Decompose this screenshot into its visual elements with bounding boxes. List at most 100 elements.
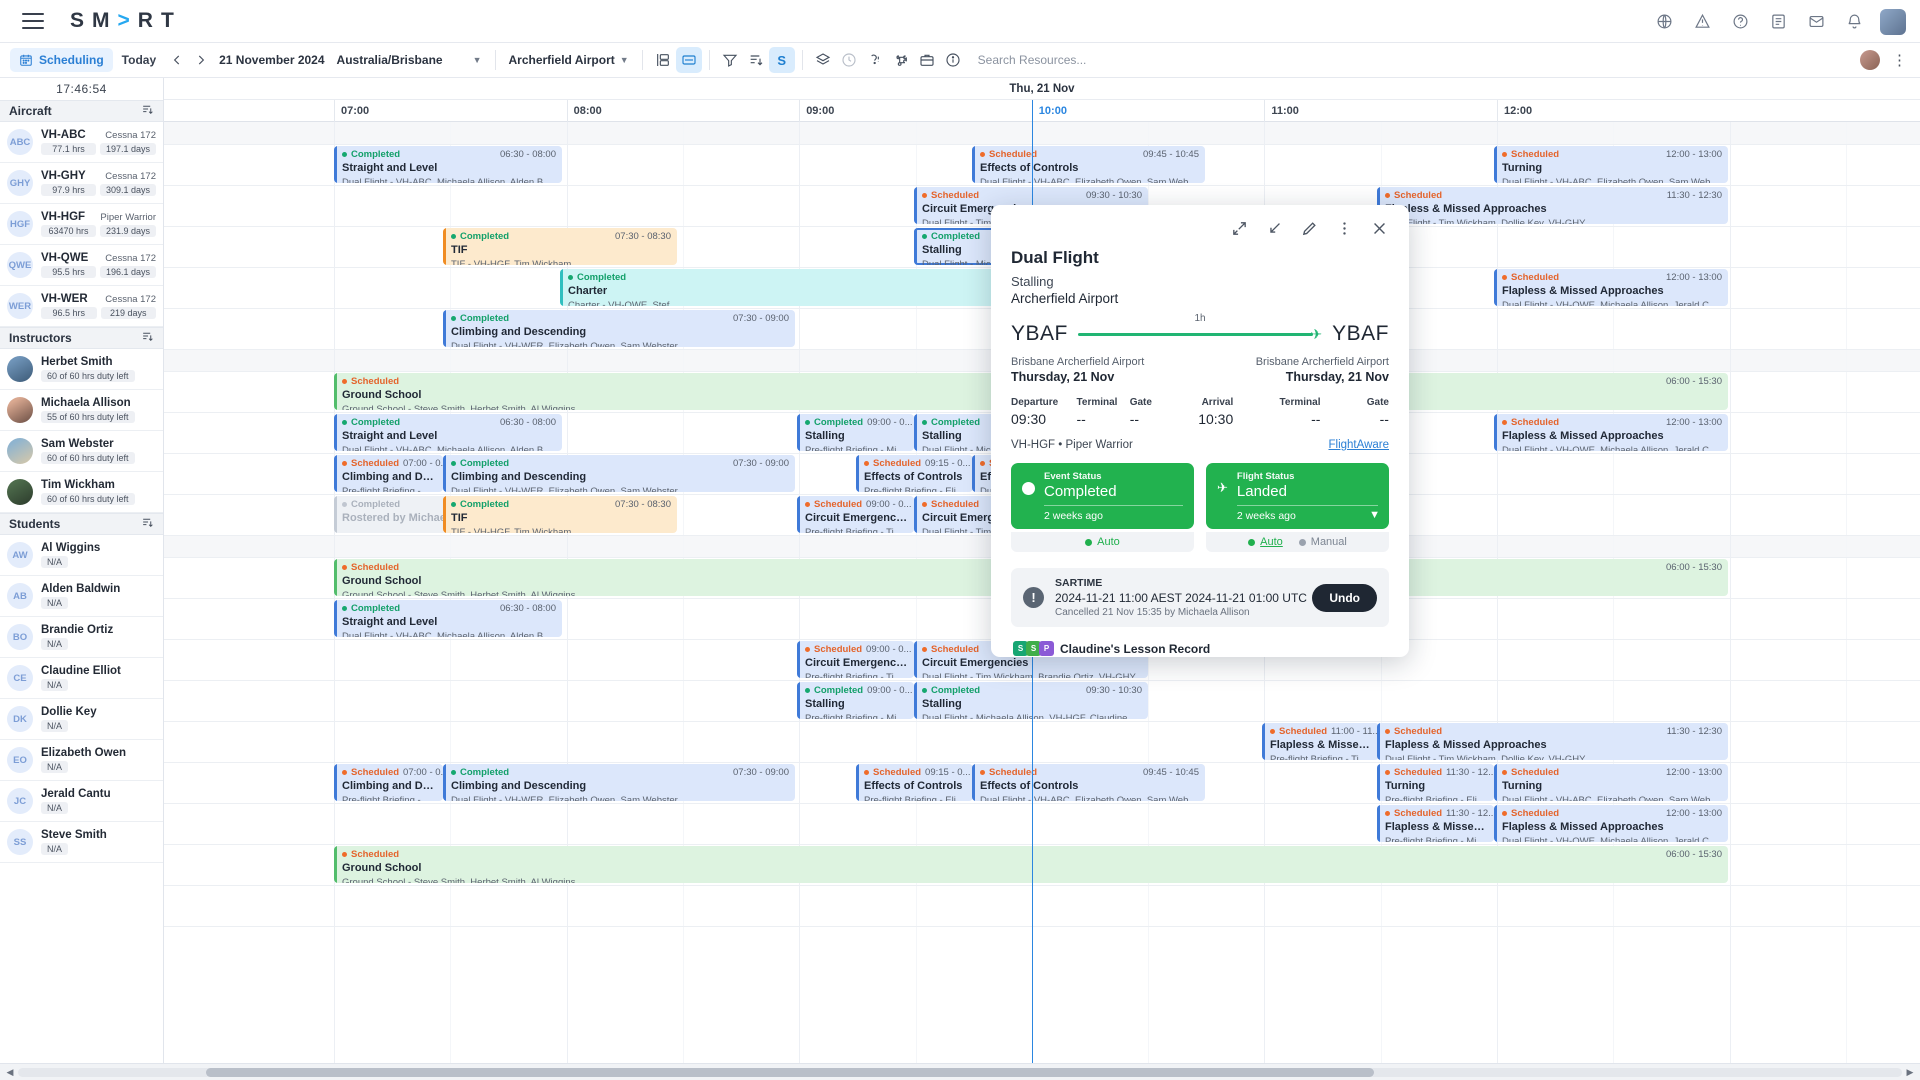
calendar-event[interactable]: Completed 06:30 - 08:00 Straight and Level…	[334, 414, 562, 451]
scroll-left-icon[interactable]: ◀	[4, 1067, 16, 1078]
calendar-event[interactable]: Scheduled 09:45 - 10:45 Effects of Control…	[972, 146, 1205, 183]
resource-row[interactable]: Sam Webster 60 of 60 hrs duty left	[0, 431, 163, 472]
resource-row[interactable]: CE Claudine Elliot N/A	[0, 658, 163, 699]
duty-pill: N/A	[41, 720, 69, 732]
resource-row[interactable]: EO Elizabeth Owen N/A	[0, 740, 163, 781]
calendar-event[interactable]: Scheduled 09:15 - 0... Effects of Controls…	[856, 764, 973, 801]
calendar-event[interactable]: Completed 09:00 - 0... Stalling Pre-flight …	[797, 682, 914, 719]
layout-rows-icon[interactable]	[675, 47, 702, 73]
calendar-event[interactable]: Scheduled 11:30 - 12... Flapless & Missed …	[1377, 805, 1494, 842]
info-icon[interactable]	[940, 47, 966, 73]
calendar-event[interactable]: Scheduled 09:15 - 0... Effects of Controls…	[856, 455, 973, 492]
event-status-card[interactable]: Event Status Completed 2 weeks ago	[1011, 463, 1194, 529]
event-mode-auto[interactable]: Auto	[1085, 536, 1120, 548]
calendar-event[interactable]: Scheduled 11:00 - 11... Flapless & Missed …	[1262, 723, 1379, 760]
resource-row[interactable]: GHY VH-GHY Cessna 172 97.9 hrs 309.1 days	[0, 163, 163, 204]
more-options-icon[interactable]: ⋮	[1892, 51, 1908, 69]
event-status: Scheduled	[1502, 417, 1559, 429]
event-participants: Pre-flight Briefing - Mich...	[805, 712, 908, 719]
calendar-event[interactable]: Scheduled 12:00 - 13:00 Flapless & Missed …	[1494, 414, 1728, 451]
prev-day-icon[interactable]	[165, 48, 189, 72]
current-date[interactable]: 21 November 2024	[213, 53, 330, 67]
flightaware-link[interactable]: FlightAware	[1328, 439, 1389, 451]
lesson-record-row[interactable]: S S P Claudine's Lesson Record	[1011, 641, 1389, 656]
calendar-event[interactable]: Scheduled 11:30 - 12:30 Flapless & Missed …	[1377, 187, 1728, 224]
briefcase-icon[interactable]	[914, 47, 940, 73]
duty-clock-icon[interactable]	[836, 47, 862, 73]
layers-icon[interactable]	[810, 47, 836, 73]
calendar-event[interactable]: Completed 06:30 - 08:00 Straight and Level…	[334, 600, 562, 637]
calendar-event[interactable]: Completed 09:00 - 0... Stalling Pre-flight …	[797, 414, 914, 451]
flight-mode-auto[interactable]: Auto	[1248, 536, 1283, 548]
edit-pencil-icon[interactable]	[1300, 219, 1319, 238]
mail-icon[interactable]	[1804, 10, 1828, 34]
chevron-down-icon[interactable]: ▼	[1369, 509, 1380, 521]
scrollbar-thumb[interactable]	[206, 1067, 1375, 1077]
sort-icon[interactable]	[141, 330, 154, 346]
resource-row[interactable]: SS Steve Smith N/A	[0, 822, 163, 863]
calendar-event[interactable]: Scheduled 07:00 - 0...Climbing and Desce.…	[334, 455, 443, 492]
flight-status-card[interactable]: ✈ Flight Status Landed 2 weeks ago ▼	[1206, 463, 1389, 529]
calendar-event[interactable]: Completed 06:30 - 08:00 Straight and Level…	[334, 146, 562, 183]
resource-row[interactable]: Tim Wickham 60 of 60 hrs duty left	[0, 472, 163, 513]
resource-row[interactable]: HGF VH-HGF Piper Warrior 63470 hrs 231.9 day…	[0, 204, 163, 245]
calendar-event[interactable]: Scheduled 12:00 - 13:00 Flapless & Missed …	[1494, 269, 1728, 306]
tasks-icon[interactable]	[1766, 10, 1790, 34]
sort-icon[interactable]	[743, 47, 769, 73]
user-avatar[interactable]	[1880, 8, 1906, 35]
today-button[interactable]: Today	[113, 48, 165, 72]
calendar-event[interactable]: Scheduled 11:30 - 12... Turning Pre-flight …	[1377, 764, 1494, 801]
calendar-event[interactable]: Scheduled 11:30 - 12:30 Flapless & Missed …	[1377, 723, 1728, 760]
flight-mode-manual[interactable]: Manual	[1298, 536, 1347, 548]
sort-icon[interactable]	[141, 516, 154, 532]
calendar-event[interactable]: Completed 07:30 - 08:30 TIF TIF - VH-HGF, T…	[443, 228, 677, 265]
scroll-right-icon[interactable]: ▶	[1904, 1067, 1916, 1078]
resource-row[interactable]: AW Al Wiggins N/A	[0, 535, 163, 576]
calendar-event[interactable]: Completed 07:30 - 09:00 Climbing and Desce…	[443, 310, 795, 347]
globe-icon[interactable]	[1652, 10, 1676, 34]
sort-icon[interactable]	[141, 103, 154, 119]
layout-split-icon[interactable]	[650, 47, 676, 73]
calendar-event[interactable]: Completed 07:30 - 08:30 TIF TIF - VH-HGF, T…	[443, 496, 677, 533]
expand-icon[interactable]	[1230, 219, 1249, 238]
timezone-select[interactable]: Australia/Brisbane ▼	[331, 53, 488, 67]
resource-row[interactable]: Michaela Allison 55 of 60 hrs duty left	[0, 390, 163, 431]
calendar-event[interactable]: Scheduled 12:00 - 13:00 Turning Dual Flight…	[1494, 146, 1728, 183]
calendar-event[interactable]: Completed 07:30 - 09:00 Climbing and Desce…	[443, 455, 795, 492]
horizontal-scrollbar[interactable]: ◀ ▶	[0, 1063, 1920, 1080]
close-icon[interactable]	[1370, 219, 1389, 238]
calendar-event[interactable]: Completed 07:30 - 09:00 Climbing and Desce…	[443, 764, 795, 801]
calendar-event[interactable]: Scheduled 07:00 - 0...Climbing and Desce.…	[334, 764, 443, 801]
help-icon[interactable]	[1728, 10, 1752, 34]
scrollbar-track[interactable]	[18, 1067, 1902, 1077]
tab-scheduling[interactable]: Scheduling	[10, 48, 113, 72]
resource-row[interactable]: ABC VH-ABC Cessna 172 77.1 hrs 197.1 days	[0, 122, 163, 163]
calendar-event[interactable]: Scheduled 12:00 - 13:00 Turning Dual Flight…	[1494, 764, 1728, 801]
notifications-bell-icon[interactable]	[1842, 10, 1866, 34]
more-options-icon[interactable]	[1335, 219, 1354, 238]
calendar-event[interactable]: Scheduled 09:45 - 10:45 Effects of Control…	[972, 764, 1205, 801]
calendar-event[interactable]: Scheduled 09:00 - 0... Circuit Emergencies…	[797, 496, 914, 533]
calendar-event[interactable]: Scheduled 09:00 - 0... Circuit Emergencies…	[797, 641, 914, 678]
resource-row[interactable]: QWE VH-QWE Cessna 172 95.5 hrs 196.1 days	[0, 245, 163, 286]
location-select[interactable]: Archerfield Airport ▼	[503, 53, 635, 67]
group-header-instructors: Instructors	[0, 327, 163, 349]
unknown-question-icon[interactable]	[862, 47, 888, 73]
collapse-icon[interactable]	[1265, 219, 1284, 238]
resource-row[interactable]: AB Alden Baldwin N/A	[0, 576, 163, 617]
resource-row[interactable]: JC Jerald Cantu N/A	[0, 781, 163, 822]
alert-icon[interactable]	[1690, 10, 1714, 34]
calendar-event[interactable]: Scheduled 12:00 - 13:00 Flapless & Missed …	[1494, 805, 1728, 842]
menu-icon[interactable]	[22, 13, 44, 29]
s-toggle-button[interactable]: S	[768, 47, 795, 73]
current-user-avatar[interactable]	[1860, 50, 1880, 70]
command-icon[interactable]	[888, 47, 914, 73]
resource-row[interactable]: WER VH-WER Cessna 172 96.5 hrs 219 days	[0, 286, 163, 327]
next-day-icon[interactable]	[189, 48, 213, 72]
resource-row[interactable]: DK Dollie Key N/A	[0, 699, 163, 740]
resource-row[interactable]: Herbet Smith 60 of 60 hrs duty left	[0, 349, 163, 390]
search-input[interactable]: Search Resources...	[966, 53, 1087, 67]
filter-icon[interactable]	[717, 47, 743, 73]
undo-button[interactable]: Undo	[1312, 583, 1377, 612]
resource-row[interactable]: BO Brandie Ortiz N/A	[0, 617, 163, 658]
